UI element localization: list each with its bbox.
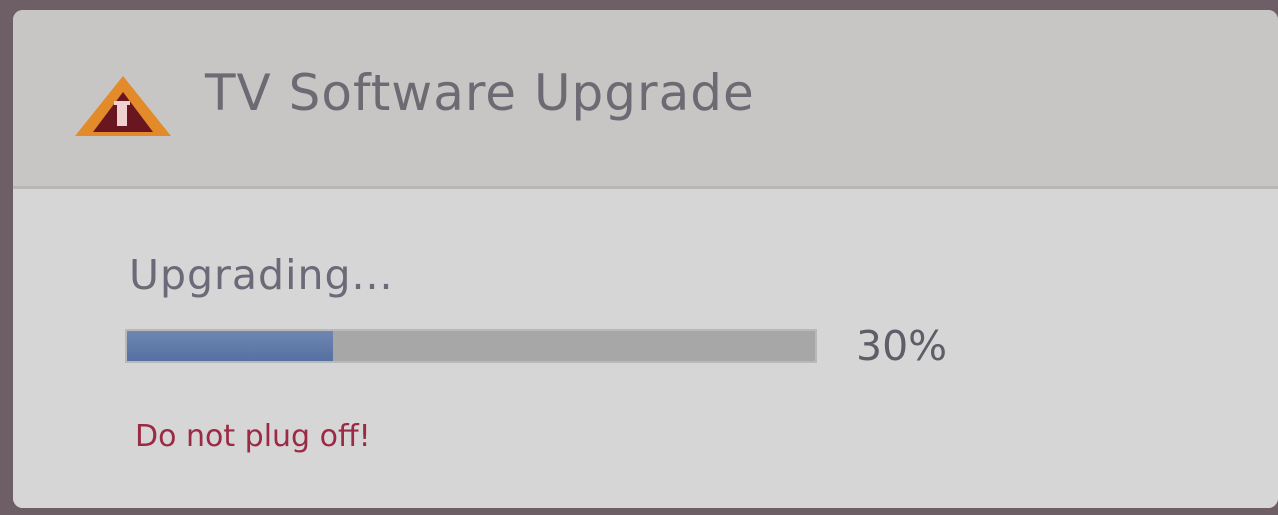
progress-bar [125, 329, 817, 363]
dialog-title: TV Software Upgrade [205, 64, 755, 122]
screen-frame: TV Software Upgrade Upgrading... 30% Do … [0, 0, 1278, 515]
warning-triangle-icon [75, 76, 171, 136]
progress-percent: 30% [856, 322, 948, 370]
upgrade-dialog: TV Software Upgrade Upgrading... 30% Do … [13, 10, 1278, 508]
progress-bar-fill [127, 331, 334, 361]
dialog-body: Upgrading... 30% Do not plug off! [13, 189, 1278, 508]
status-text: Upgrading... [129, 251, 394, 299]
dialog-header: TV Software Upgrade [13, 10, 1278, 189]
warning-message: Do not plug off! [135, 419, 371, 454]
